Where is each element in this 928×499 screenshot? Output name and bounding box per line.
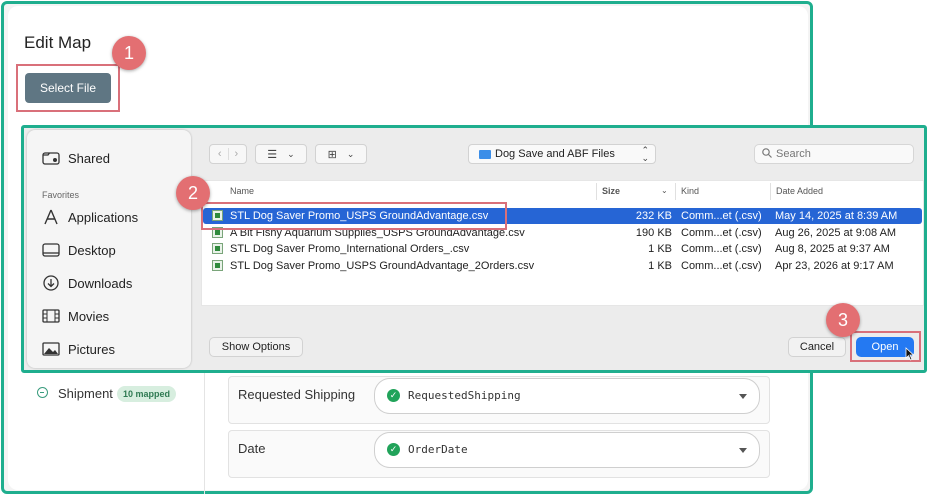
back-forward-buttons[interactable]: ‹ › bbox=[209, 144, 247, 164]
check-icon: ✓ bbox=[387, 443, 400, 456]
field-mapping-select[interactable]: ✓ OrderDate bbox=[374, 432, 760, 468]
divider bbox=[204, 372, 205, 494]
sidebar-item-label: Movies bbox=[68, 308, 110, 324]
column-header-name[interactable]: Name bbox=[230, 186, 254, 196]
file-name: STL Dog Saver Promo_USPS GroundAdvantage… bbox=[230, 260, 535, 272]
field-mapping-value: RequestedShipping bbox=[408, 389, 521, 402]
list-view-icon: ☰ bbox=[267, 148, 278, 161]
show-options-button[interactable]: Show Options bbox=[209, 337, 303, 357]
file-size: 1 KB bbox=[648, 260, 672, 272]
file-kind: Comm...et (.csv) bbox=[681, 210, 762, 222]
folder-icon bbox=[479, 149, 491, 159]
check-icon: ✓ bbox=[387, 389, 400, 402]
divider bbox=[596, 183, 597, 200]
file-row[interactable]: STL Dog Saver Promo_International Orders… bbox=[203, 241, 922, 257]
sidebar-item-label: Desktop bbox=[68, 242, 116, 258]
sidebar-item-label: Pictures bbox=[68, 341, 115, 357]
location-label: Dog Save and ABF Files bbox=[495, 148, 615, 160]
sidebar-item-label: Applications bbox=[68, 209, 139, 225]
file-date: Apr 23, 2026 at 9:17 AM bbox=[775, 260, 894, 272]
step-2-badge: 2 bbox=[176, 176, 210, 210]
chevron-left-icon[interactable]: ‹ bbox=[218, 148, 222, 160]
field-row-requested-shipping: Requested Shipping ✓ RequestedShipping bbox=[228, 376, 770, 424]
downloads-icon bbox=[42, 275, 60, 291]
field-row-date: Date ✓ OrderDate bbox=[228, 430, 770, 478]
sidebar-item-applications[interactable]: Applications bbox=[42, 209, 138, 225]
shipment-label[interactable]: Shipment bbox=[58, 386, 113, 401]
favorites-heading: Favorites bbox=[42, 190, 80, 200]
file-kind: Comm...et (.csv) bbox=[681, 243, 762, 255]
shared-folder-icon bbox=[42, 150, 60, 166]
file-name: STL Dog Saver Promo_International Orders… bbox=[230, 243, 470, 255]
search-placeholder: Search bbox=[776, 148, 811, 160]
page-title: Edit Map bbox=[24, 33, 92, 52]
movies-icon bbox=[42, 308, 60, 324]
sidebar-item-shared[interactable]: Shared bbox=[42, 150, 110, 166]
csv-file-icon bbox=[212, 260, 223, 271]
sidebar-item-label: Downloads bbox=[68, 275, 133, 291]
list-view-button[interactable]: ☰ ⌄ bbox=[255, 144, 307, 164]
field-label: Date bbox=[238, 441, 266, 456]
divider bbox=[770, 183, 771, 200]
chevron-right-icon[interactable]: › bbox=[235, 148, 239, 160]
field-label: Requested Shipping bbox=[238, 387, 356, 402]
sidebar-item-label: Shared bbox=[68, 150, 110, 166]
column-header-size[interactable]: Size bbox=[602, 186, 620, 196]
file-date: Aug 26, 2025 at 9:08 AM bbox=[775, 227, 897, 239]
pictures-icon bbox=[42, 341, 60, 357]
search-input[interactable]: Search bbox=[754, 144, 914, 164]
file-size: 232 KB bbox=[635, 210, 672, 222]
column-header-kind[interactable]: Kind bbox=[681, 186, 699, 196]
file-kind: Comm...et (.csv) bbox=[681, 260, 762, 272]
dialog-sidebar: Shared Favorites Applications Desktop Do… bbox=[27, 130, 191, 368]
location-popup[interactable]: Dog Save and ABF Files ⌃ ⌄ bbox=[468, 144, 656, 164]
desktop-icon bbox=[42, 242, 60, 258]
field-mapping-value: OrderDate bbox=[408, 443, 468, 456]
applications-icon bbox=[42, 209, 60, 225]
file-date: Aug 8, 2025 at 9:37 AM bbox=[775, 243, 890, 255]
grid-view-icon: ⊞ bbox=[327, 148, 337, 161]
grid-view-button[interactable]: ⊞ ⌄ bbox=[315, 144, 367, 164]
chevron-down-icon bbox=[739, 448, 747, 453]
sidebar-item-movies[interactable]: Movies bbox=[42, 308, 109, 324]
mapped-count-badge: 10 mapped bbox=[117, 386, 177, 402]
csv-file-icon bbox=[212, 243, 223, 254]
file-size: 1 KB bbox=[648, 243, 672, 255]
step-2-highlight bbox=[201, 202, 507, 230]
updown-chevron-icon: ⌃ ⌄ bbox=[641, 145, 649, 163]
step-1-highlight bbox=[16, 64, 120, 112]
divider bbox=[227, 148, 229, 160]
sort-chevron-icon: ⌄ bbox=[661, 186, 668, 195]
sidebar-item-downloads[interactable]: Downloads bbox=[42, 275, 132, 291]
step-3-badge: 3 bbox=[826, 303, 860, 337]
collapse-icon[interactable] bbox=[37, 387, 48, 398]
field-mapping-select[interactable]: ✓ RequestedShipping bbox=[374, 378, 760, 414]
step-1-badge: 1 bbox=[112, 36, 146, 70]
file-row[interactable]: STL Dog Saver Promo_USPS GroundAdvantage… bbox=[203, 258, 922, 274]
chevron-down-icon: ⌄ bbox=[287, 148, 295, 159]
column-header-date-added[interactable]: Date Added bbox=[776, 186, 823, 196]
sidebar-item-pictures[interactable]: Pictures bbox=[42, 341, 115, 357]
cancel-button[interactable]: Cancel bbox=[788, 337, 846, 357]
file-date: May 14, 2025 at 8:39 AM bbox=[775, 210, 898, 222]
file-kind: Comm...et (.csv) bbox=[681, 227, 762, 239]
file-size: 190 KB bbox=[635, 227, 672, 239]
search-icon bbox=[762, 147, 772, 161]
divider bbox=[675, 183, 676, 200]
sidebar-item-desktop[interactable]: Desktop bbox=[42, 242, 116, 258]
chevron-down-icon: ⌄ bbox=[346, 148, 355, 159]
chevron-down-icon bbox=[739, 394, 747, 399]
mouse-pointer-icon bbox=[905, 347, 915, 366]
